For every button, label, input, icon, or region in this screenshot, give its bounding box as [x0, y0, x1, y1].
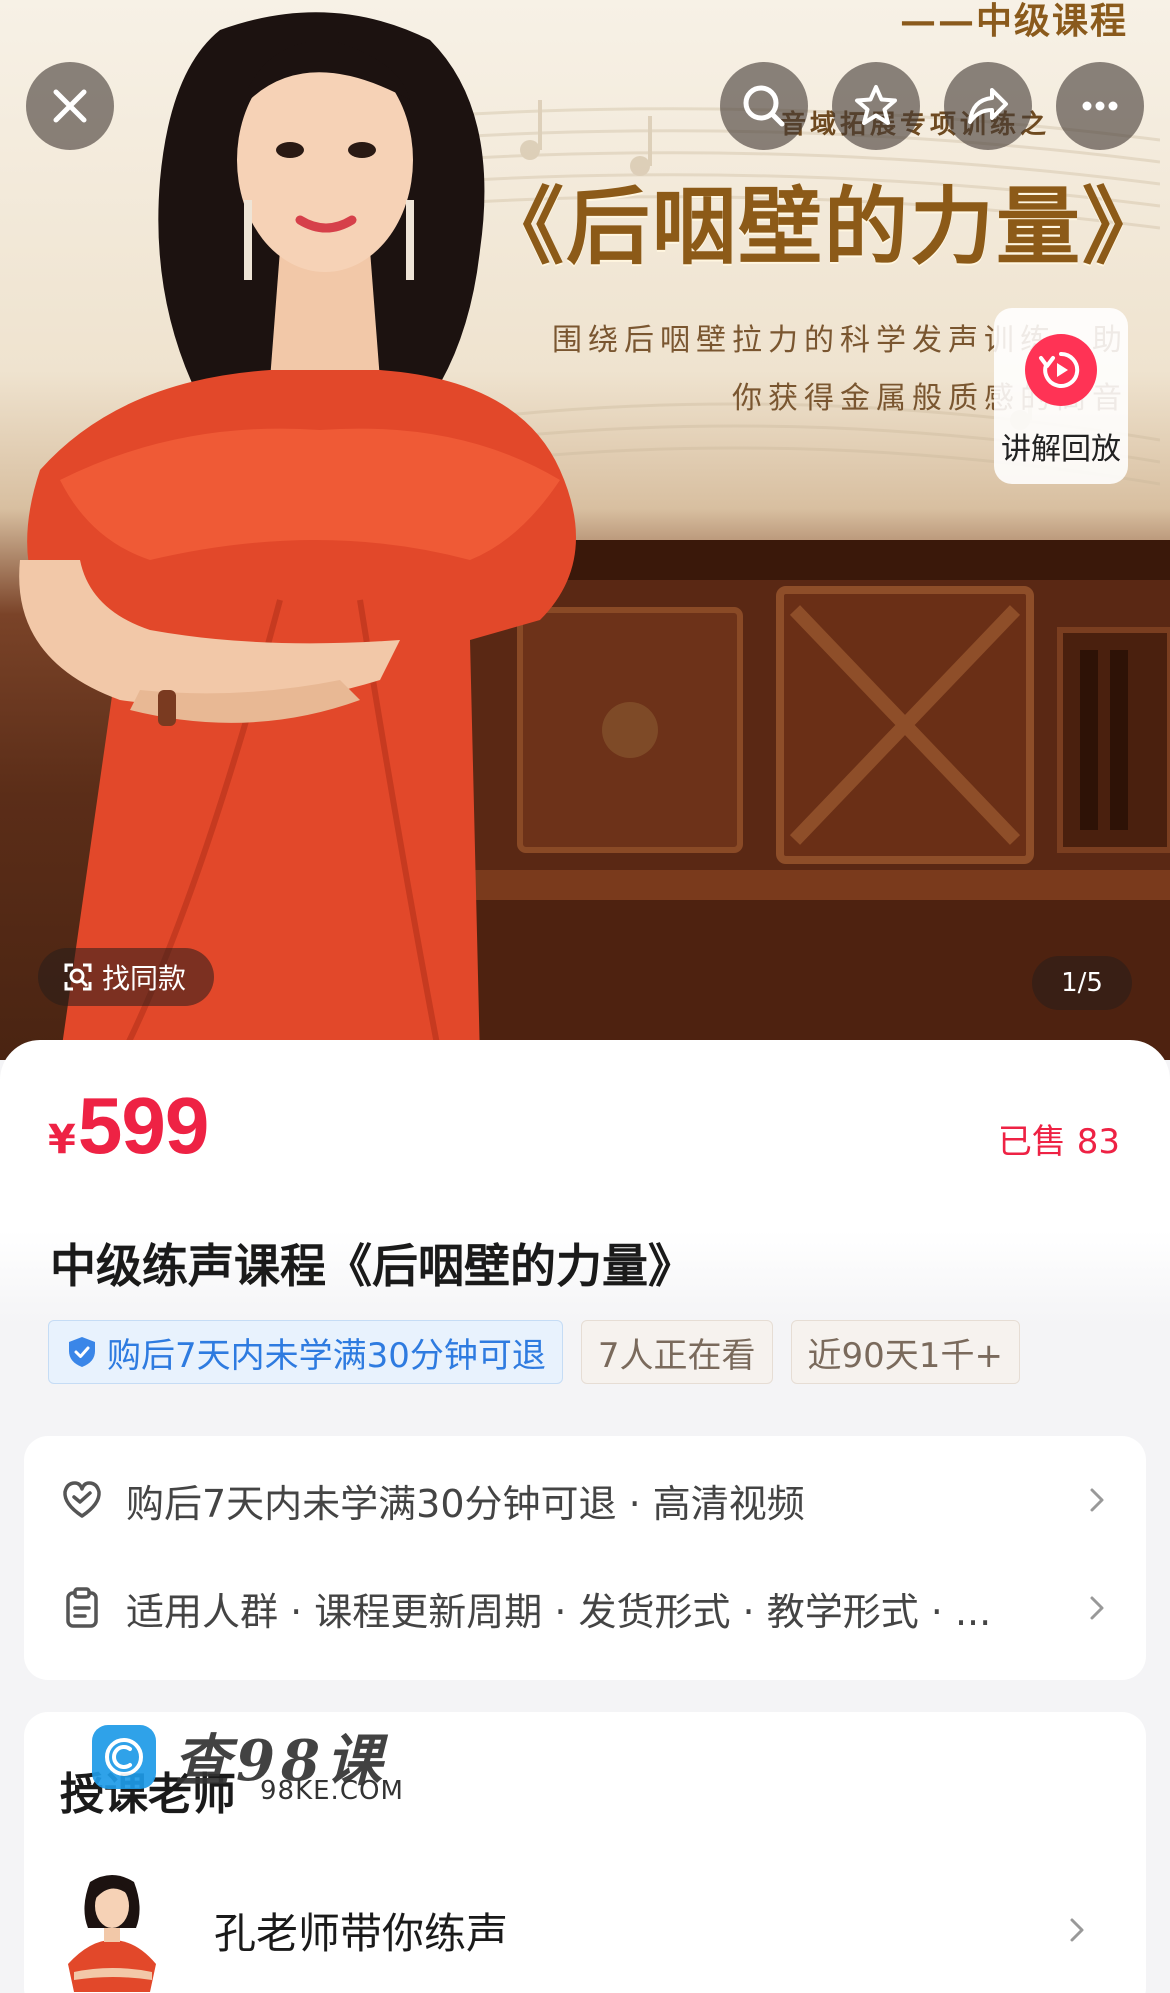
more-button[interactable] [1056, 62, 1144, 150]
favorite-button[interactable] [832, 62, 920, 150]
scan-icon [64, 963, 92, 991]
explanation-replay-button[interactable]: 讲解回放 [994, 308, 1128, 484]
sold-count: 已售 83 [997, 1122, 1120, 1162]
more-icon [1082, 101, 1118, 111]
price: ¥ 599 [48, 1080, 209, 1172]
watermark-logo-icon [92, 1724, 156, 1789]
close-icon [53, 89, 87, 123]
chevron-right-icon [1090, 1488, 1104, 1512]
shield-check-icon [69, 1337, 95, 1367]
star-icon [855, 85, 897, 125]
replay-label: 讲解回放 [1001, 432, 1121, 467]
chevron-right-icon [1070, 1918, 1084, 1942]
product-image-carousel[interactable]: ——中级课程 音域拓展专项训练之 《后咽壁的力量》 围绕后咽壁拉力的科学发声训练… [0, 0, 1170, 1060]
teacher-row[interactable]: 孔老师带你练声 [60, 1868, 1120, 1992]
share-button[interactable] [944, 62, 1032, 150]
course-level-subtitle: ——中级课程 [900, 0, 1129, 42]
heart-guarantee-icon [63, 1481, 101, 1518]
search-button[interactable] [720, 62, 808, 150]
price-value: 599 [77, 1081, 209, 1170]
service-guarantee-row[interactable]: 购后7天内未学满30分钟可退 · 高清视频 [24, 1446, 1146, 1554]
teacher-avatar [60, 1868, 164, 1992]
currency-symbol: ¥ [48, 1117, 76, 1163]
course-params-row[interactable]: 适用人群 · 课程更新周期 · 发货形式 · 教学形式 · ... [24, 1554, 1146, 1662]
recent-sales-tag: 近90天1千+ [790, 1320, 1020, 1384]
refund-policy-tag[interactable]: 购后7天内未学满30分钟可退 [48, 1320, 563, 1384]
recent-sales-tag-label: 近90天1千+ [807, 1335, 1003, 1376]
service-info-card: 购后7天内未学满30分钟可退 · 高清视频 适用人群 · 课程更新周期 · 发货… [24, 1436, 1146, 1680]
teacher-name: 孔老师带你练声 [214, 1908, 509, 1958]
viewers-tag-label: 7人正在看 [597, 1335, 756, 1376]
find-same-label: 找同款 [102, 962, 187, 995]
chevron-right-icon [1090, 1596, 1104, 1620]
refund-tag-label: 购后7天内未学满30分钟可退 [107, 1335, 546, 1376]
service-guarantee-text: 购后7天内未学满30分钟可退 · 高清视频 [126, 1481, 805, 1526]
teacher-photo [19, 12, 576, 1060]
clipboard-icon [66, 1587, 98, 1628]
image-counter: 1/5 [1032, 956, 1132, 1010]
viewers-tag: 7人正在看 [580, 1320, 773, 1384]
replay-icon [1025, 334, 1097, 406]
search-icon [743, 85, 785, 127]
hero-course-title: 《后咽壁的力量》 [480, 177, 1169, 276]
close-button[interactable] [26, 62, 114, 150]
product-tags: 购后7天内未学满30分钟可退 7人正在看 近90天1千+ [48, 1320, 1122, 1384]
course-params-text: 适用人群 · 课程更新周期 · 发货形式 · 教学形式 · ... [126, 1589, 992, 1634]
watermark-url: 98KE.COM [260, 1776, 404, 1806]
find-same-button[interactable]: 找同款 [38, 948, 215, 1006]
product-title: 中级练声课程《后咽壁的力量》 [50, 1239, 694, 1293]
share-icon [968, 88, 1008, 124]
